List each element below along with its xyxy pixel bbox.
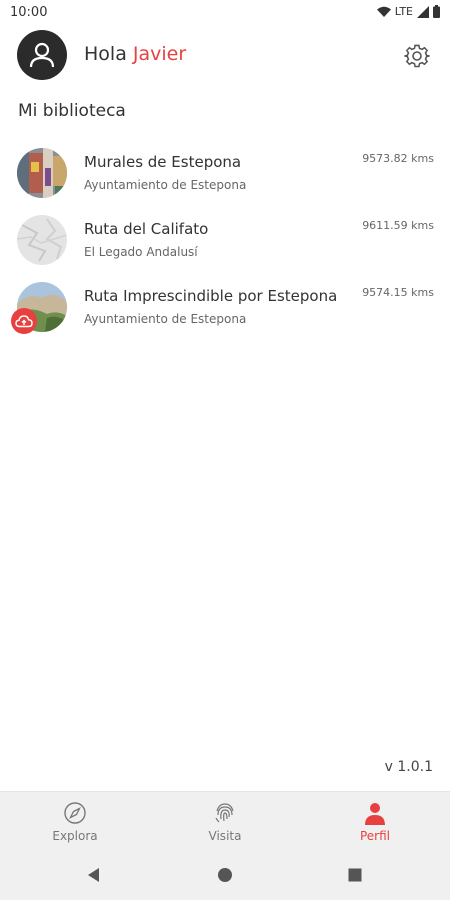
recents-button[interactable] <box>343 863 367 887</box>
status-icons: LTE <box>376 5 440 18</box>
system-nav-bar <box>0 851 450 900</box>
route-list: Murales de Estepona Ayuntamiento de Este… <box>0 140 450 341</box>
list-item[interactable]: Murales de Estepona Ayuntamiento de Este… <box>0 140 450 207</box>
route-title: Murales de Estepona <box>84 153 242 171</box>
list-item[interactable]: Ruta Imprescindible por Estepona Ayuntam… <box>0 274 450 341</box>
fingerprint-icon <box>212 800 238 826</box>
compass-icon <box>62 800 88 826</box>
nav-label-perfil: Perfil <box>359 829 391 843</box>
settings-button[interactable] <box>402 41 432 71</box>
signal-icon <box>417 5 429 18</box>
avatar[interactable] <box>17 30 67 80</box>
route-title: Ruta del Califato <box>84 220 209 238</box>
route-distance: 9574.15 kms <box>362 286 434 299</box>
greeting-text: Hola <box>84 43 127 65</box>
route-author: El Legado Andalusí <box>84 245 198 259</box>
profile-header: Hola Javier <box>0 26 450 86</box>
route-thumbnail <box>17 148 67 198</box>
user-name: Javier <box>132 43 187 65</box>
route-distance: 9573.82 kms <box>362 152 434 165</box>
home-circle-icon <box>218 868 232 882</box>
nav-label-explora: Explora <box>52 829 98 843</box>
home-button[interactable] <box>213 863 237 887</box>
greeting: Hola Javier <box>84 43 186 65</box>
user-icon <box>29 42 55 68</box>
gear-icon <box>404 44 430 68</box>
battery-icon <box>433 5 440 18</box>
wifi-icon <box>376 6 391 17</box>
route-author: Ayuntamiento de Estepona <box>84 312 247 326</box>
back-button[interactable] <box>82 863 106 887</box>
person-icon <box>362 800 388 826</box>
network-type-label: LTE <box>394 5 413 18</box>
nav-item-perfil[interactable]: Perfil <box>300 792 450 852</box>
library-title: Mi biblioteca <box>18 101 126 121</box>
nav-item-visita[interactable]: Visita <box>150 792 300 852</box>
route-thumbnail <box>17 215 67 265</box>
nav-item-explora[interactable]: Explora <box>0 792 150 852</box>
route-title: Ruta Imprescindible por Estepona <box>84 287 338 305</box>
cloud-upload-icon <box>15 315 33 328</box>
route-distance: 9611.59 kms <box>362 219 434 232</box>
nav-label-visita: Visita <box>208 829 242 843</box>
recents-square-icon <box>348 868 362 882</box>
bottom-nav: Explora Visita Perfil <box>0 791 450 851</box>
download-status-badge[interactable] <box>11 308 37 334</box>
route-author: Ayuntamiento de Estepona <box>84 178 247 192</box>
back-triangle-icon <box>88 868 99 882</box>
status-time: 10:00 <box>10 5 48 20</box>
status-bar: 10:00 LTE <box>0 0 450 26</box>
list-item[interactable]: Ruta del Califato El Legado Andalusí 961… <box>0 207 450 274</box>
app-version: v 1.0.1 <box>384 759 433 775</box>
